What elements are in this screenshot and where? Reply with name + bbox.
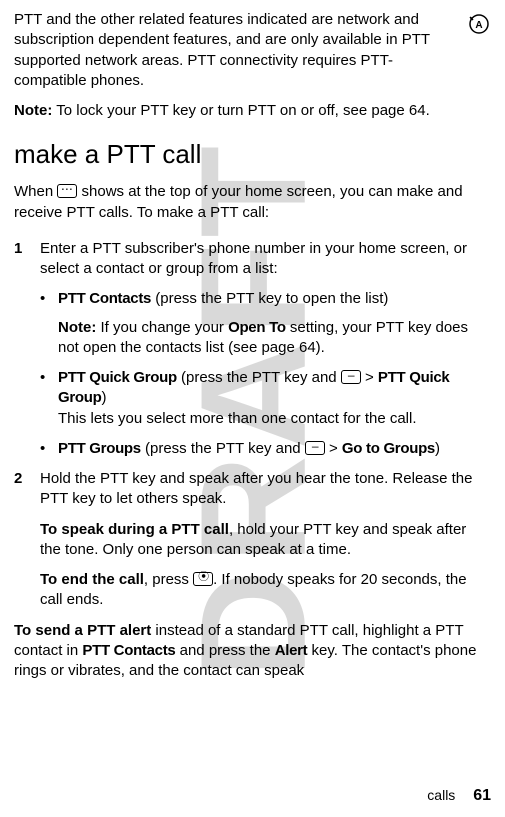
b3-mid: (press the PTT key and	[141, 440, 305, 457]
end-key-icon	[193, 572, 213, 586]
step-2-text: Hold the PTT key and speak after you hea…	[40, 469, 491, 510]
alert-mid2: and press the	[175, 642, 274, 659]
ptt-quick-group-label: PTT Quick Group	[58, 369, 177, 386]
bullet-ptt-groups: • PTT Groups (press the PTT key and > Go…	[14, 439, 491, 459]
ptt-contacts-label-2: PTT Contacts	[82, 642, 175, 659]
when-suffix: shows at the top of your home screen, yo…	[14, 183, 463, 220]
step-1-text: Enter a PTT subscriber's phone number in…	[40, 239, 491, 280]
end-paragraph: To end the call, press . If nobody speak…	[14, 570, 491, 611]
bullet-icon: •	[40, 368, 58, 429]
intro-paragraph: PTT and the other related features indic…	[14, 10, 459, 91]
when-prefix: When	[14, 183, 57, 200]
page-footer: calls 61	[427, 785, 491, 807]
step-number: 1	[14, 239, 40, 280]
alert-paragraph: To send a PTT alert instead of a standar…	[14, 621, 491, 682]
home-screen-icon	[57, 184, 77, 198]
to-send-alert-bold: To send a PTT alert	[14, 622, 151, 639]
page-content: PTT and the other related features indic…	[14, 10, 491, 681]
alert-key-label: Alert	[275, 642, 308, 659]
open-to-label: Open To	[228, 319, 286, 336]
to-speak-bold: To speak during a PTT call	[40, 521, 229, 538]
to-end-bold: To end the call	[40, 571, 144, 588]
b2-close: )	[102, 389, 107, 406]
footer-section: calls	[427, 787, 455, 803]
b2-line2: This lets you select more than one conta…	[58, 409, 491, 429]
b1-note-text: If you change your	[96, 319, 228, 336]
step-2: 2 Hold the PTT key and speak after you h…	[14, 469, 491, 510]
ptt-contacts-label: PTT Contacts	[58, 290, 151, 307]
network-feature-icon: A	[467, 12, 491, 36]
page-number: 61	[473, 787, 491, 804]
note-label: Note:	[14, 102, 52, 119]
step-1: 1 Enter a PTT subscriber's phone number …	[14, 239, 491, 280]
note-text: To lock your PTT key or turn PTT on or o…	[52, 102, 429, 119]
bullet1-note: Note: If you change your Open To setting…	[14, 318, 491, 359]
section-heading: make a PTT call	[14, 137, 491, 172]
svg-text:A: A	[475, 20, 482, 31]
bullet-ptt-contacts: • PTT Contacts (press the PTT key to ope…	[14, 289, 491, 309]
bullet-icon: •	[40, 289, 58, 309]
speak-paragraph: To speak during a PTT call, hold your PT…	[14, 520, 491, 561]
bullet-ptt-quick-group: • PTT Quick Group (press the PTT key and…	[14, 368, 491, 429]
ptt-groups-label: PTT Groups	[58, 440, 141, 457]
step-number: 2	[14, 469, 40, 510]
note-label: Note:	[58, 319, 96, 336]
b2-gt: >	[361, 369, 378, 386]
b3-close: )	[435, 440, 440, 457]
end-mid: , press	[144, 571, 193, 588]
top-note: Note: To lock your PTT key or turn PTT o…	[14, 101, 491, 121]
go-to-groups-label: Go to Groups	[342, 440, 435, 457]
b3-gt: >	[325, 440, 342, 457]
menu-key-icon	[341, 370, 361, 384]
bullet-icon: •	[40, 439, 58, 459]
menu-key-icon	[305, 441, 325, 455]
b2-mid: (press the PTT key and	[177, 369, 341, 386]
bullet1-rest: (press the PTT key to open the list)	[151, 290, 388, 307]
when-paragraph: When shows at the top of your home scree…	[14, 182, 491, 223]
